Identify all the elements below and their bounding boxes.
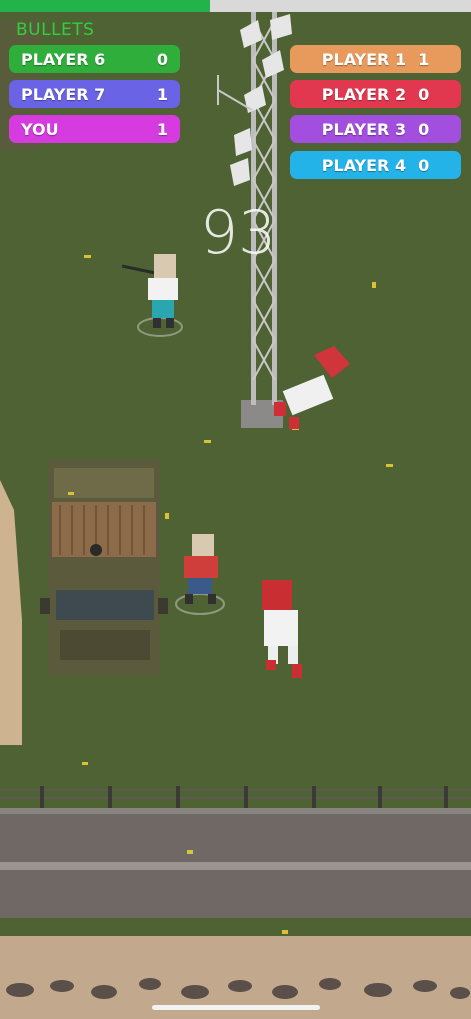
scoreboard-row: PLAYER 7 1 bbox=[9, 80, 180, 108]
bullets-bar-fill bbox=[0, 0, 210, 12]
player-score: 0 bbox=[156, 49, 168, 69]
scoreboard-row: PLAYER 1 1 bbox=[290, 45, 461, 73]
player-name: PLAYER 3 bbox=[321, 119, 407, 139]
road-divider bbox=[0, 862, 471, 870]
player-name: PLAYER 1 bbox=[321, 49, 407, 69]
home-indicator[interactable] bbox=[152, 1005, 320, 1010]
military-truck[interactable] bbox=[40, 460, 168, 675]
player-name: PLAYER 6 bbox=[21, 49, 106, 69]
scoreboard-row: PLAYER 3 0 bbox=[290, 115, 461, 143]
player-name: PLAYER 7 bbox=[21, 84, 106, 104]
player-name: YOU bbox=[21, 119, 59, 139]
scoreboard-row: PLAYER 6 0 bbox=[9, 45, 180, 73]
bullets-bar bbox=[0, 0, 471, 12]
player-name: PLAYER 4 bbox=[321, 155, 407, 175]
player-name: PLAYER 2 bbox=[321, 84, 407, 104]
round-timer: 93 bbox=[200, 198, 277, 268]
grass-strip bbox=[0, 918, 471, 936]
player-score: 0 bbox=[418, 84, 430, 104]
player-score: 1 bbox=[156, 84, 168, 104]
player-score: 0 bbox=[418, 155, 430, 175]
scoreboard-row: YOU 1 bbox=[9, 115, 180, 143]
player-score: 1 bbox=[156, 119, 168, 139]
scoreboard-row: PLAYER 4 0 bbox=[290, 151, 461, 179]
bullets-label: BULLETS bbox=[16, 20, 95, 40]
player-score: 0 bbox=[418, 119, 430, 139]
barbed-fence bbox=[0, 786, 471, 808]
road-curb bbox=[0, 808, 471, 814]
player-score: 1 bbox=[418, 49, 430, 69]
scoreboard-row: PLAYER 2 0 bbox=[290, 80, 461, 108]
